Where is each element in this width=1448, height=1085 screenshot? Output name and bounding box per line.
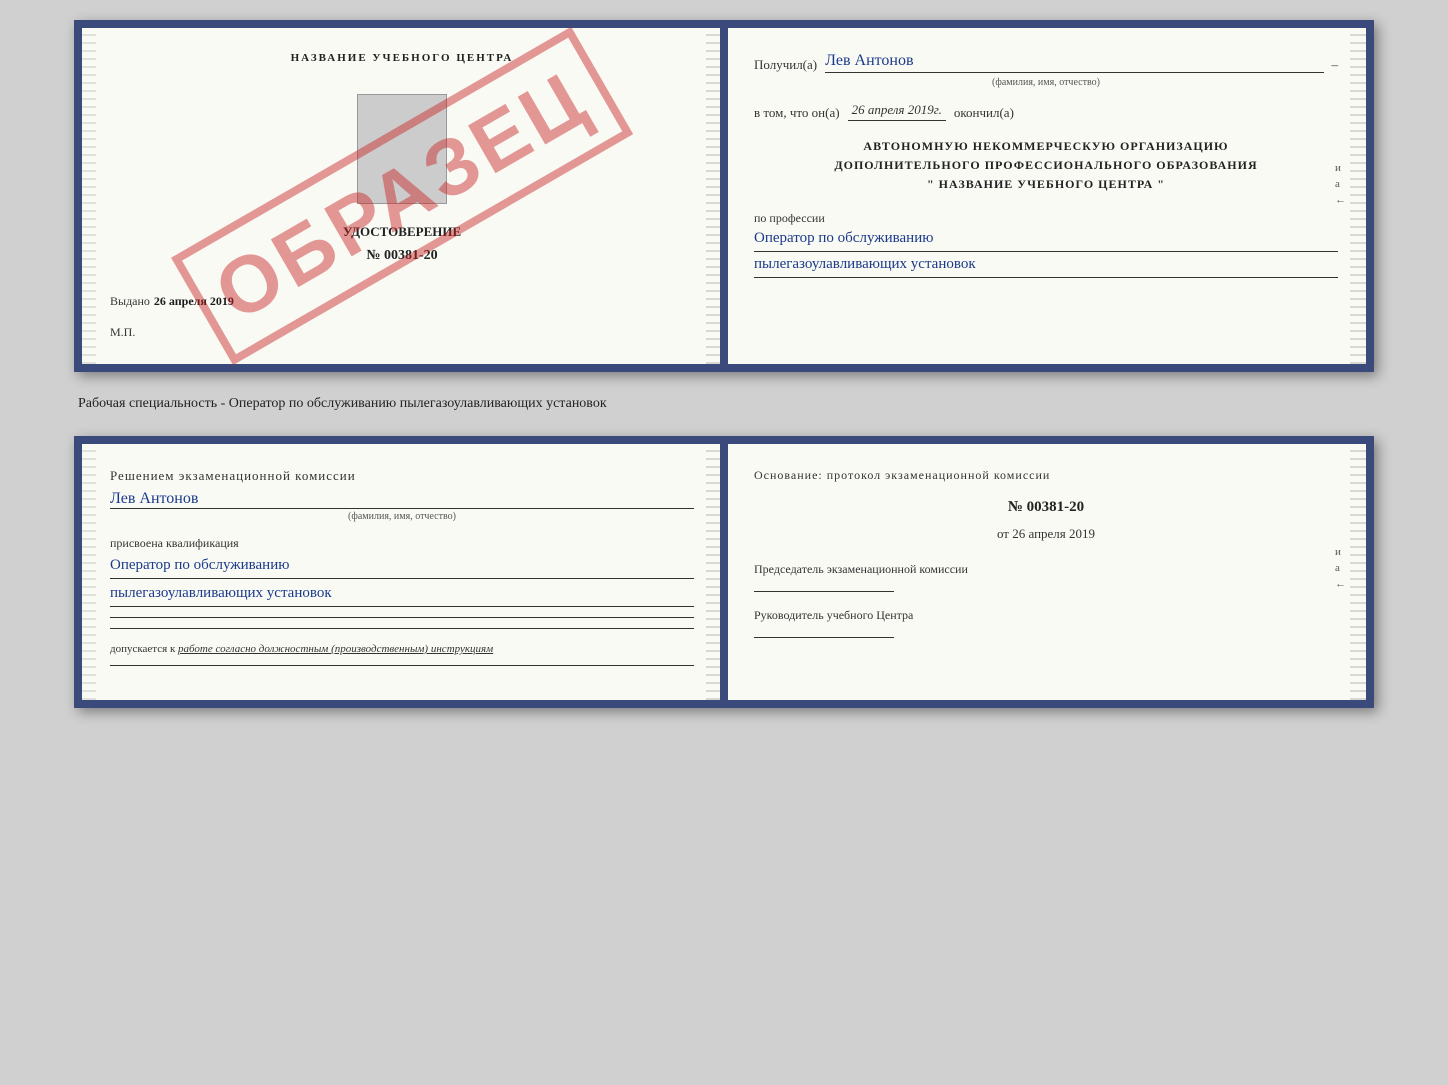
assigned-text: присвоена квалификация [110, 536, 694, 551]
qual-line1: Оператор по обслуживанию [110, 557, 694, 579]
profession-label: по профессии [754, 211, 1338, 226]
cert-label: УДОСТОВЕРЕНИЕ [110, 224, 694, 240]
basis-text: Основание: протокол экзаменационной коми… [754, 468, 1338, 483]
top-right-page: Получил(а) Лев Антонов – (фамилия, имя, … [726, 28, 1366, 364]
director-section: Руководитель учебного Центра [754, 608, 1338, 638]
blank-line-3 [110, 665, 694, 666]
top-left-page: НАЗВАНИЕ УЧЕБНОГО ЦЕНТРА ОБРАЗЕЦ УДОСТОВ… [82, 28, 726, 364]
completed-date: 26 апреля 2019г. [848, 102, 946, 121]
bottom-left-page: Решением экзаменационной комиссии Лев Ан… [82, 444, 726, 700]
profession-line2: пылегазоулавливающих установок [754, 256, 1338, 278]
recipient-line: Получил(а) Лев Антонов – [754, 52, 1338, 73]
bottom-right-page: Основание: протокол экзаменационной коми… [726, 444, 1366, 700]
document-container: НАЗВАНИЕ УЧЕБНОГО ЦЕНТРА ОБРАЗЕЦ УДОСТОВ… [74, 20, 1374, 708]
top-left-title: НАЗВАНИЕ УЧЕБНОГО ЦЕНТРА [110, 52, 694, 64]
person-name: Лев Антонов [110, 490, 694, 509]
allowed-italic: работе согласно должностным (производств… [178, 643, 493, 655]
fio-label-bottom: (фамилия, имя, отчество) [110, 511, 694, 522]
cert-number: № 00381-20 [110, 248, 694, 264]
right-decoration-4 [1350, 444, 1366, 700]
chairman-section: Председатель экзаменационной комиссии [754, 562, 1338, 592]
protocol-date-row: от 26 апреля 2019 [754, 526, 1338, 542]
completed-row: в том, что он(а) 26 апреля 2019г. окончи… [754, 102, 1338, 121]
top-diploma-book: НАЗВАНИЕ УЧЕБНОГО ЦЕНТРА ОБРАЗЕЦ УДОСТОВ… [74, 20, 1374, 372]
recipient-name: Лев Антонов [825, 52, 1323, 73]
org-block: АВТОНОМНУЮ НЕКОММЕРЧЕСКУЮ ОРГАНИЗАЦИЮ ДО… [754, 137, 1338, 195]
fio-label-top: (фамилия, имя, отчество) [754, 77, 1338, 88]
qual-line2: пылегазоулавливающих установок [110, 585, 694, 607]
left-decoration [82, 28, 96, 364]
right-decoration-3 [706, 444, 722, 700]
blank-line-2 [110, 628, 694, 629]
side-chars-2: и а ← [1335, 546, 1346, 590]
issued-date: 26 апреля 2019 [154, 294, 234, 309]
middle-text: Рабочая специальность - Оператор по обсл… [74, 396, 1374, 412]
protocol-date: 26 апреля 2019 [1012, 526, 1095, 541]
protocol-number: № 00381-20 [754, 499, 1338, 516]
blank-line-1 [110, 617, 694, 618]
right-decoration-2 [1350, 28, 1366, 364]
allowed-text: допускается к работе согласно должностны… [110, 643, 694, 655]
mp-label: М.П. [110, 325, 694, 340]
decision-text: Решением экзаменационной комиссии [110, 468, 694, 484]
photo-placeholder [357, 94, 447, 204]
director-sign-line [754, 637, 894, 638]
bottom-diploma-book: Решением экзаменационной комиссии Лев Ан… [74, 436, 1374, 708]
side-chars: и а ← [1335, 162, 1346, 206]
left-decoration-2 [82, 444, 96, 700]
right-decoration [706, 28, 722, 364]
issued-row: Выдано 26 апреля 2019 [110, 294, 694, 309]
profession-line1: Оператор по обслуживанию [754, 230, 1338, 252]
chairman-sign-line [754, 591, 894, 592]
